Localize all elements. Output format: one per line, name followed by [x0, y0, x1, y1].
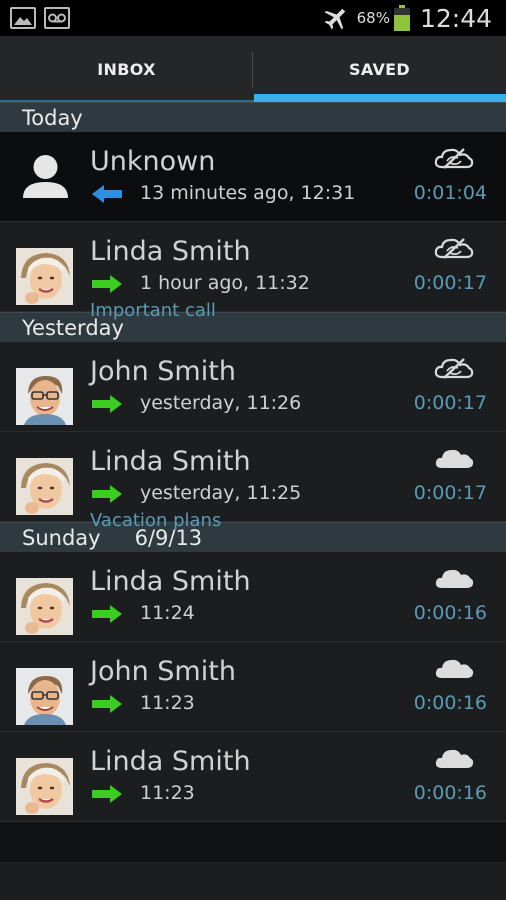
contact-avatar: [16, 368, 73, 425]
outgoing-call-arrow-icon: [92, 695, 122, 713]
call-note: Vacation plans: [90, 510, 222, 531]
call-list: Today Unknown 13 minutes ago, 12:31 0:01:04…: [0, 102, 506, 822]
unknown-contact-icon: [17, 148, 74, 205]
tab-bar: INBOX SAVED: [0, 36, 506, 102]
contact-name: Linda Smith: [90, 566, 251, 597]
outgoing-call-arrow-icon: [92, 485, 122, 503]
cloud-sync-crossed-icon[interactable]: [434, 146, 474, 170]
call-note: Important call: [90, 300, 216, 321]
contact-avatar: [16, 578, 73, 635]
contact-name: Linda Smith: [90, 446, 251, 477]
contact-avatar: [16, 668, 73, 725]
voicemail-icon: [44, 7, 70, 29]
call-time: 1 hour ago, 11:32: [140, 272, 310, 294]
cloud-icon[interactable]: [434, 746, 474, 770]
call-row[interactable]: John Smith yesterday, 11:26 0:00:17: [0, 342, 506, 432]
call-time: 11:23: [140, 782, 195, 804]
call-row[interactable]: Unknown 13 minutes ago, 12:31 0:01:04: [0, 132, 506, 222]
outgoing-call-arrow-icon: [92, 785, 122, 803]
tab-inbox[interactable]: INBOX: [0, 36, 253, 102]
call-duration: 0:01:04: [413, 182, 487, 204]
call-row[interactable]: John Smith 11:23 0:00:16: [0, 642, 506, 732]
call-time: 11:24: [140, 602, 195, 624]
list-background: [0, 862, 506, 900]
call-row[interactable]: Linda Smith 11:24 0:00:16: [0, 552, 506, 642]
clock: 12:44: [419, 3, 492, 33]
cloud-icon[interactable]: [434, 656, 474, 680]
section-header: Yesterday: [0, 312, 506, 342]
call-row[interactable]: Linda Smith 11:23 0:00:16: [0, 732, 506, 822]
section-header: Sunday 6/9/13: [0, 522, 506, 552]
outgoing-call-arrow-icon: [92, 605, 122, 623]
call-row[interactable]: Linda Smith yesterday, 11:25 Vacation plan…: [0, 432, 506, 531]
contact-name: Linda Smith: [90, 236, 251, 267]
outgoing-call-arrow-icon: [92, 395, 122, 413]
section-label: Sunday: [22, 526, 101, 550]
tab-saved[interactable]: SAVED: [253, 36, 506, 102]
outgoing-call-arrow-icon: [92, 275, 122, 293]
call-duration: 0:00:17: [413, 482, 487, 504]
call-time: 11:23: [140, 692, 195, 714]
call-row[interactable]: Linda Smith 1 hour ago, 11:32 Important ca…: [0, 222, 506, 321]
cloud-icon[interactable]: [434, 566, 474, 590]
call-duration: 0:00:17: [413, 392, 487, 414]
tab-selected-indicator: [254, 94, 506, 102]
battery-icon: [393, 5, 410, 31]
call-time: yesterday, 11:25: [140, 482, 302, 504]
contact-name: Linda Smith: [90, 746, 251, 777]
call-duration: 0:00:16: [413, 782, 487, 804]
call-duration: 0:00:16: [413, 692, 487, 714]
contact-avatar: [16, 458, 73, 515]
section-label: Today: [22, 106, 83, 130]
status-bar: 68% 12:44: [0, 0, 506, 36]
cloud-sync-crossed-icon[interactable]: [434, 356, 474, 380]
battery-percent: 68%: [356, 9, 390, 27]
call-time: 13 minutes ago, 12:31: [140, 182, 356, 204]
call-time: yesterday, 11:26: [140, 392, 302, 414]
section-header: Today: [0, 102, 506, 132]
contact-name: John Smith: [90, 656, 236, 687]
gallery-icon: [10, 7, 36, 29]
call-duration: 0:00:17: [413, 272, 487, 294]
contact-name: John Smith: [90, 356, 236, 387]
cloud-sync-crossed-icon[interactable]: [434, 236, 474, 260]
contact-avatar: [16, 758, 73, 815]
call-duration: 0:00:16: [413, 602, 487, 624]
contact-avatar: [16, 248, 73, 305]
contact-name: Unknown: [90, 146, 216, 177]
incoming-call-arrow-icon: [92, 185, 122, 203]
airplane-mode-icon: [324, 8, 345, 30]
cloud-icon[interactable]: [434, 446, 474, 470]
